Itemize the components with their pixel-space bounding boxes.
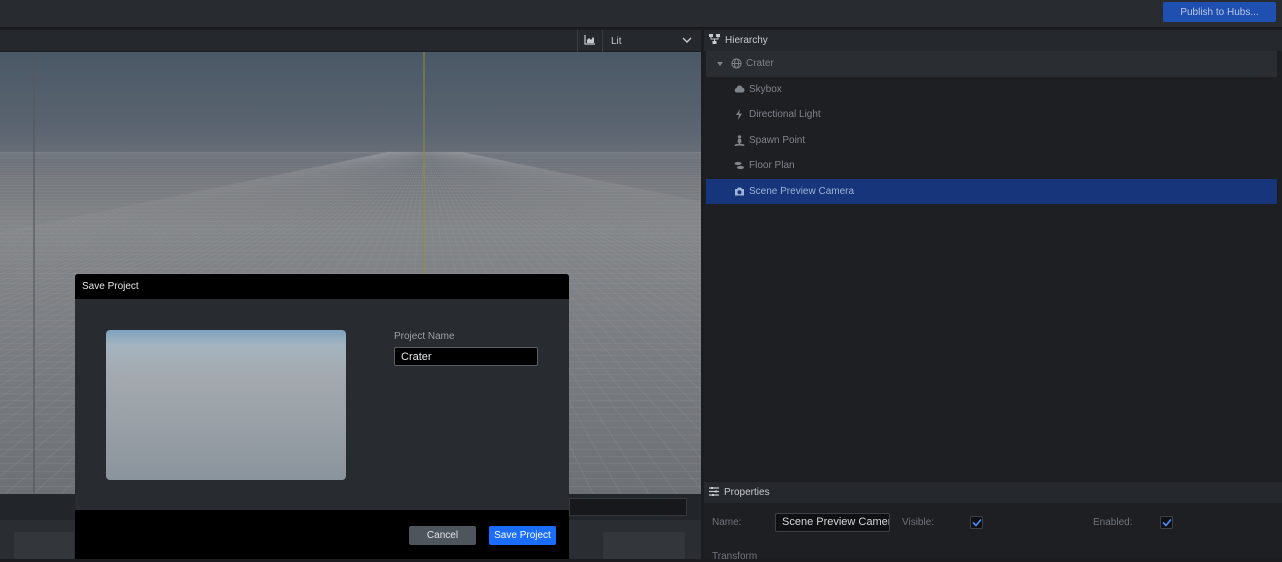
tree-node-spawn-point[interactable]: Spawn Point <box>706 128 1277 154</box>
name-label: Name: <box>712 517 742 528</box>
enabled-checkbox[interactable] <box>1160 516 1173 529</box>
stats-toggle-button[interactable] <box>577 30 602 52</box>
hierarchy-icon <box>709 34 720 47</box>
viewport-search-input[interactable] <box>569 498 687 516</box>
properties-header: Properties <box>704 482 1282 503</box>
check-icon <box>971 518 982 527</box>
hierarchy-header: Hierarchy <box>704 30 1282 51</box>
tree-node-label: Directional Light <box>749 109 821 121</box>
tree-node-floor-plan[interactable]: Floor Plan <box>706 153 1277 179</box>
cancel-button[interactable]: Cancel <box>409 526 476 545</box>
sliders-icon <box>709 486 719 499</box>
caret-down-icon[interactable] <box>714 58 726 70</box>
tree-node-crater[interactable]: Crater <box>706 51 1277 77</box>
publish-to-hubs-button[interactable]: Publish to Hubs... <box>1163 2 1276 22</box>
tree-node-directional-light[interactable]: Directional Light <box>706 102 1277 128</box>
tree-node-label: Crater <box>746 58 774 70</box>
shoe-prints-icon <box>733 160 745 172</box>
save-project-button[interactable]: Save Project <box>489 526 556 545</box>
save-project-dialog: Save Project Project Name Cancel Save Pr… <box>75 274 569 559</box>
stats-chart-icon <box>584 34 596 48</box>
hierarchy-title: Hierarchy <box>725 35 768 46</box>
transform-section-label: Transform <box>712 551 758 562</box>
bolt-icon <box>733 109 745 121</box>
check-icon <box>1161 518 1172 527</box>
chevron-down-icon <box>682 35 692 48</box>
globe-icon <box>730 58 742 70</box>
dialog-footer: Cancel Save Project <box>75 510 569 559</box>
hierarchy-tree: Crater Skybox Directional Light Spawn Po… <box>706 51 1277 204</box>
project-thumbnail <box>106 330 346 480</box>
tree-node-skybox[interactable]: Skybox <box>706 77 1277 103</box>
project-name-label: Project Name <box>394 331 455 342</box>
camera-icon <box>733 185 745 197</box>
hierarchy-panel: Hierarchy Crater Skybox Directional Ligh… <box>704 30 1282 480</box>
enabled-label: Enabled: <box>1093 517 1133 528</box>
name-field[interactable]: Scene Preview Camera <box>775 513 890 532</box>
tree-node-label: Spawn Point <box>749 134 806 146</box>
visible-checkbox[interactable] <box>970 516 983 529</box>
tree-node-label: Scene Preview Camera <box>749 185 855 197</box>
top-toolbar: Publish to Hubs... <box>0 0 1282 28</box>
asset-tile[interactable] <box>603 532 685 559</box>
visible-label: Visible: <box>902 517 935 528</box>
properties-title: Properties <box>724 487 770 498</box>
cloud-icon <box>733 83 745 95</box>
render-mode-value: Lit <box>611 35 622 47</box>
dialog-title: Save Project <box>75 274 569 299</box>
properties-body: Name: Scene Preview Camera Visible: Enab… <box>704 503 1282 562</box>
tree-node-scene-preview-camera[interactable]: Scene Preview Camera <box>706 178 1277 204</box>
project-name-input[interactable] <box>394 347 538 366</box>
viewport-toolbar: Lit <box>0 30 701 52</box>
tree-node-label: Floor Plan <box>749 160 795 172</box>
asset-tile[interactable] <box>14 532 74 559</box>
person-icon <box>733 134 745 146</box>
render-mode-select[interactable]: Lit <box>602 30 698 52</box>
tree-node-label: Skybox <box>749 83 782 95</box>
properties-panel: Properties Name: Scene Preview Camera Vi… <box>704 482 1282 562</box>
